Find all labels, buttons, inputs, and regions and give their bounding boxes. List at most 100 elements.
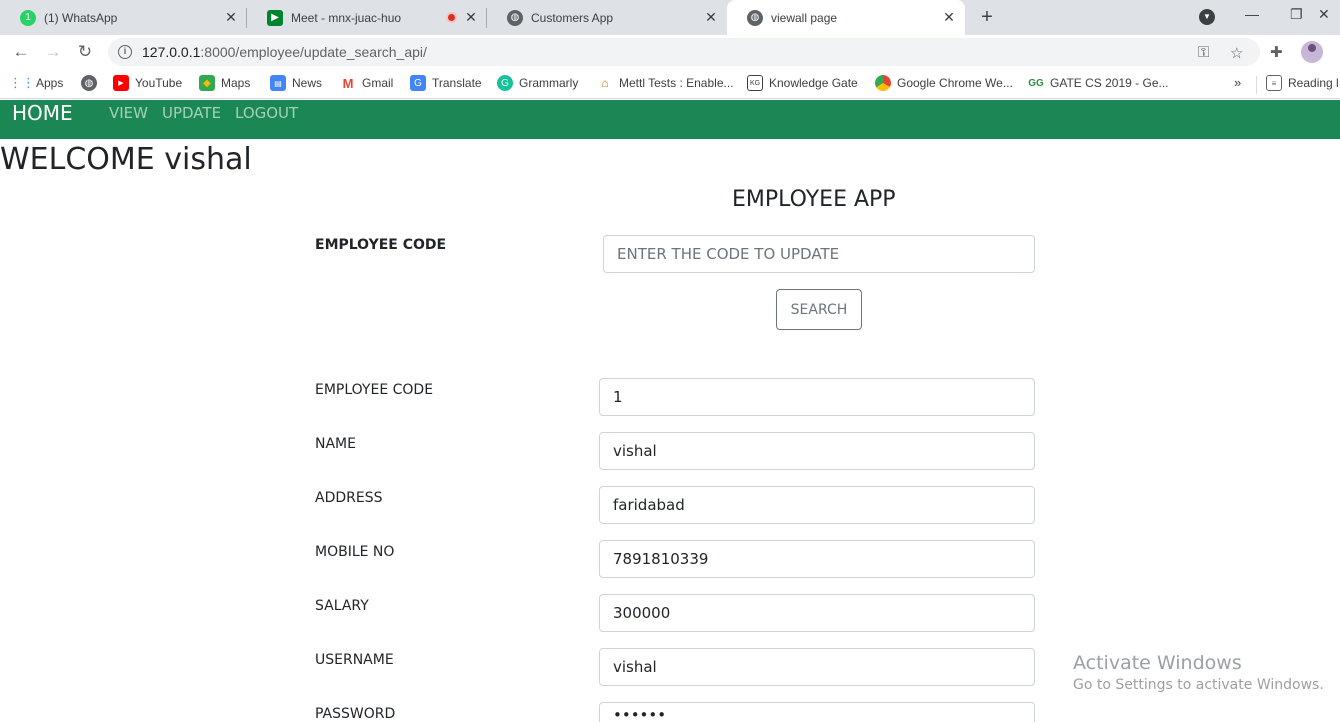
bookmark-label: Knowledge Gate xyxy=(769,76,858,90)
activate-windows-subtitle: Go to Settings to activate Windows. xyxy=(1073,677,1324,693)
bookmark-label: Gmail xyxy=(362,76,394,90)
recording-icon xyxy=(446,12,457,23)
salary-field[interactable] xyxy=(599,594,1035,632)
geeksforgeeks-icon: GG xyxy=(1028,77,1044,89)
tab-strip: 1 (1) WhatsApp ✕ ▶ Meet - mnx-juac-huo ✕… xyxy=(0,0,1340,35)
reading-list-label: Reading l xyxy=(1288,76,1339,90)
nav-logout-link[interactable]: LOGOUT xyxy=(235,104,298,122)
globe-icon: ◍ xyxy=(81,75,97,91)
bookmark-chrome-web-store[interactable]: Google Chrome We... xyxy=(875,75,1013,91)
gmail-icon: M xyxy=(342,75,354,91)
address-label: ADDRESS xyxy=(315,490,383,506)
apps-grid-icon: ⋮⋮ xyxy=(9,75,35,90)
new-tab-button[interactable]: + xyxy=(976,6,998,28)
bookmark-label: GATE CS 2019 - Ge... xyxy=(1050,76,1169,90)
tab-customers-app[interactable]: ◍ Customers App ✕ xyxy=(487,0,727,35)
profile-avatar[interactable] xyxy=(1301,41,1323,63)
mettl-icon: ⌂ xyxy=(601,76,609,90)
name-field[interactable] xyxy=(599,432,1035,470)
close-icon[interactable]: ✕ xyxy=(223,9,239,25)
close-icon[interactable]: ✕ xyxy=(463,9,479,25)
bookmark-maps[interactable]: ◆ Maps xyxy=(199,75,250,91)
bookmark-mettl[interactable]: ⌂ Mettl Tests : Enable... xyxy=(597,75,734,91)
bookmark-label: News xyxy=(292,76,323,90)
salary-label: SALARY xyxy=(315,598,369,614)
reading-list-icon: ≡ xyxy=(1266,75,1282,91)
bookmark-gmail[interactable]: M Gmail xyxy=(340,75,394,91)
name-label: NAME xyxy=(315,436,356,452)
bookmark-label: Apps xyxy=(36,76,64,90)
site-navbar: HOME VIEW UPDATE LOGOUT xyxy=(0,100,1340,139)
bookmark-news[interactable]: ▤ News xyxy=(270,75,322,91)
knowledge-gate-icon: KG xyxy=(747,75,763,91)
search-code-label: EMPLOYEE CODE xyxy=(315,237,447,253)
bookmark-globe[interactable]: ◍ xyxy=(81,75,103,91)
mobile-no-field[interactable] xyxy=(599,540,1035,578)
bookmark-star-icon[interactable]: ☆ xyxy=(1230,44,1243,62)
address-field[interactable] xyxy=(599,486,1035,524)
address-bar[interactable]: i 127.0.0.1:8000/employee/update_search_… xyxy=(108,38,1260,66)
chrome-icon xyxy=(875,75,891,91)
globe-icon: ◍ xyxy=(507,9,523,26)
globe-icon: ◍ xyxy=(747,9,763,26)
tab-meet[interactable]: ▶ Meet - mnx-juac-huo ✕ xyxy=(247,0,487,35)
tab-title: Meet - mnx-juac-huo xyxy=(291,10,402,25)
bookmark-grammarly[interactable]: G Grammarly xyxy=(497,75,578,91)
bookmark-label: Google Chrome We... xyxy=(897,76,1013,90)
more-bookmarks-icon[interactable]: » xyxy=(1234,75,1241,90)
bookmark-gate-cs[interactable]: GG GATE CS 2019 - Ge... xyxy=(1028,75,1169,91)
home-link[interactable]: HOME xyxy=(12,101,73,125)
site-info-icon[interactable]: i xyxy=(118,45,132,59)
bookmark-label: Mettl Tests : Enable... xyxy=(619,76,734,90)
url-host: 127.0.0.1 xyxy=(142,44,201,60)
tab-whatsapp[interactable]: 1 (1) WhatsApp ✕ xyxy=(0,0,247,35)
bookmark-label: Translate xyxy=(432,76,482,90)
whatsapp-icon: 1 xyxy=(20,9,36,26)
bookmark-label: Grammarly xyxy=(519,76,579,90)
minimize-button[interactable]: — xyxy=(1245,6,1259,22)
search-code-input[interactable] xyxy=(603,235,1035,273)
bookmark-youtube[interactable]: ▶ YouTube xyxy=(113,75,182,91)
close-icon[interactable]: ✕ xyxy=(941,9,957,25)
employee-code-field[interactable] xyxy=(599,378,1035,416)
forward-arrow-icon[interactable]: → xyxy=(43,42,63,62)
employee-code-label: EMPLOYEE CODE xyxy=(315,382,434,398)
url-text: 127.0.0.1:8000/employee/update_search_ap… xyxy=(142,44,427,60)
username-field[interactable] xyxy=(599,648,1035,686)
tab-viewall-page[interactable]: ◍ viewall page ✕ xyxy=(727,0,965,35)
password-field[interactable] xyxy=(599,702,1035,722)
tab-title: (1) WhatsApp xyxy=(44,10,118,25)
meet-icon: ▶ xyxy=(267,9,283,26)
back-arrow-icon[interactable]: ← xyxy=(11,42,31,62)
mobile-no-label: MOBILE NO xyxy=(315,544,395,560)
tab-search-icon[interactable]: ▼ xyxy=(1199,9,1215,25)
reload-icon[interactable]: ↻ xyxy=(75,42,95,62)
news-icon: ▤ xyxy=(270,75,286,91)
restore-button[interactable]: ❐ xyxy=(1290,6,1303,23)
youtube-icon: ▶ xyxy=(113,75,129,91)
grammarly-icon: G xyxy=(497,75,513,91)
url-path: :8000/employee/update_search_api/ xyxy=(200,44,427,60)
tab-title: Customers App xyxy=(531,10,614,25)
search-button[interactable]: SEARCH xyxy=(776,289,862,330)
username-label: USERNAME xyxy=(315,652,394,668)
bookmark-knowledge-gate[interactable]: KG Knowledge Gate xyxy=(747,75,858,91)
bookmarks-divider xyxy=(1256,76,1257,94)
close-icon[interactable]: ✕ xyxy=(703,9,719,25)
activate-windows-title: Activate Windows xyxy=(1073,652,1242,674)
key-icon[interactable]: ⚿ xyxy=(1198,44,1209,61)
bookmarks-bar: ⋮⋮ Apps ◍ ▶ YouTube ◆ Maps ▤ News M Gmai… xyxy=(0,69,1340,99)
bookmark-translate[interactable]: G Translate xyxy=(410,75,482,91)
nav-view-link[interactable]: VIEW xyxy=(109,104,148,122)
bookmark-apps[interactable]: ⋮⋮ Apps xyxy=(9,75,64,91)
browser-toolbar: ← → ↻ i 127.0.0.1:8000/employee/update_s… xyxy=(0,35,1340,69)
nav-update-link[interactable]: UPDATE xyxy=(162,104,221,122)
extensions-puzzle-icon[interactable]: ✚ xyxy=(1270,43,1283,61)
reading-list[interactable]: ≡ Reading l xyxy=(1266,75,1339,91)
password-label: PASSWORD xyxy=(315,706,396,722)
bookmark-label: YouTube xyxy=(135,76,183,90)
tab-title: viewall page xyxy=(771,10,838,25)
close-window-button[interactable]: ✕ xyxy=(1318,6,1330,23)
welcome-heading: WELCOME vishal xyxy=(0,142,252,177)
bookmark-label: Maps xyxy=(221,76,251,90)
